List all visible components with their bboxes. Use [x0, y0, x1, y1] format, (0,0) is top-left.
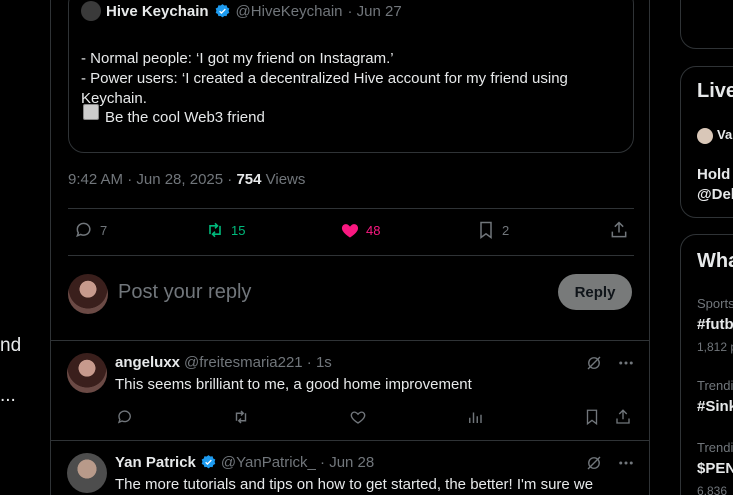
quoted-tweet-date: · Jun 27 — [347, 2, 402, 20]
trend-count: 6,836 — [697, 484, 728, 495]
bookmark-action[interactable]: 2 — [476, 220, 509, 240]
right-sidebar: Live Va Hold @Del Wha Sports #futb 1,812… — [680, 0, 733, 495]
views-label: Views — [261, 171, 306, 188]
main-column: Hive Keychain @HiveKeychain · Jun 27 - N… — [50, 0, 650, 495]
reply-header: angeluxx @freitesmaria221 · 1s — [115, 354, 332, 371]
reply-text: This seems brilliant to me, a good home … — [115, 376, 472, 393]
reply-count: 7 — [100, 222, 108, 238]
avatar[interactable] — [67, 453, 107, 493]
tweet-meta: 9:42 AM · Jun 28, 2025 · 754 Views — [68, 171, 305, 188]
trend-category: Sports — [697, 296, 733, 311]
reply-author-handle[interactable]: @YanPatrick_ · Jun 28 — [221, 454, 374, 471]
trend-category: Trendi — [697, 378, 733, 393]
quoted-tweet-header: Hive Keychain @HiveKeychain · Jun 27 — [81, 1, 402, 21]
verified-badge-icon — [201, 455, 216, 469]
bookmark-count: 2 — [502, 222, 510, 238]
quoted-author-handle: @HiveKeychain — [235, 2, 343, 20]
live-card[interactable]: Live Va Hold @Del — [680, 66, 733, 218]
trend-category: Trendi — [697, 440, 733, 455]
reply-input[interactable]: Post your reply — [118, 281, 251, 304]
share-icon — [611, 221, 627, 238]
bookmark-icon — [480, 221, 492, 239]
live-host-name: Va — [717, 127, 733, 142]
grok-icon[interactable] — [585, 454, 603, 472]
left-fragment-text: nd — [0, 335, 22, 356]
live-line-1: Hold — [697, 166, 731, 183]
analytics-icon[interactable] — [466, 408, 484, 426]
reply-header: Yan Patrick @YanPatrick_ · Jun 28 — [115, 454, 374, 471]
share-icon[interactable] — [614, 408, 632, 426]
whats-happening-card: Wha Sports #futb 1,812 p Trendi #Sink Tr… — [680, 234, 733, 495]
left-nav-column: nd ... — [0, 0, 50, 495]
quoted-tweet-text: - Normal people: ‘I got my friend on Ins… — [81, 49, 621, 109]
trend-name[interactable]: #Sink — [697, 398, 733, 415]
reply-button[interactable]: Reply — [558, 274, 632, 310]
live-title: Live — [697, 80, 733, 102]
more-icon[interactable] — [617, 354, 635, 372]
trend-name[interactable]: $PEN — [697, 460, 733, 477]
quoted-author-name: Hive Keychain — [106, 2, 209, 20]
reply-icon[interactable] — [116, 408, 134, 426]
heart-icon[interactable] — [349, 408, 367, 426]
bookmark-icon[interactable] — [583, 408, 601, 426]
sidebar-card — [680, 0, 733, 49]
current-user-avatar[interactable] — [68, 274, 108, 314]
quoted-tweet-image[interactable]: Be the cool Web3 friend — [83, 104, 265, 126]
avatar[interactable] — [67, 353, 107, 393]
trend-count: 1,812 p — [697, 340, 733, 354]
reply-top-icons — [585, 354, 635, 372]
quoted-tweet[interactable]: Hive Keychain @HiveKeychain · Jun 27 - N… — [68, 0, 634, 153]
quoted-tweet-line: - Normal people: ‘I got my friend on Ins… — [81, 50, 394, 67]
grok-icon[interactable] — [585, 354, 603, 372]
reply-text: The more tutorials and tips on how to ge… — [115, 476, 594, 493]
repost-count: 15 — [231, 222, 246, 238]
divider — [68, 255, 634, 256]
broken-image-icon — [83, 104, 99, 120]
live-host-avatar — [697, 128, 713, 144]
reply-tweet[interactable]: Yan Patrick @YanPatrick_ · Jun 28 The mo… — [51, 440, 649, 495]
reply-author-name[interactable]: angeluxx — [115, 354, 180, 371]
share-action[interactable] — [609, 220, 629, 240]
repost-action[interactable]: 15 — [205, 220, 245, 240]
reply-tweet[interactable]: angeluxx @freitesmaria221 · 1s This seem… — [51, 340, 649, 440]
trend-name[interactable]: #futb — [697, 316, 733, 333]
more-icon[interactable] — [617, 454, 635, 472]
repost-icon — [209, 222, 221, 238]
image-alt-text: Be the cool Web3 friend — [105, 109, 265, 126]
tweet-timestamp[interactable]: 9:42 AM · Jun 28, 2025 · — [68, 171, 236, 188]
like-action[interactable]: 48 — [340, 220, 380, 240]
views-count: 754 — [236, 171, 262, 188]
quoted-author-avatar — [81, 1, 101, 21]
reply-actions — [115, 408, 635, 428]
reply-top-icons — [585, 454, 635, 472]
whats-happening-title: Wha — [697, 250, 733, 272]
reply-author-handle[interactable]: @freitesmaria221 · 1s — [184, 354, 332, 371]
repost-icon[interactable] — [232, 408, 250, 426]
reply-action[interactable]: 7 — [74, 220, 107, 240]
heart-icon — [341, 224, 359, 238]
quoted-tweet-line: - Power users: ‘I created a decentralize… — [81, 70, 568, 107]
live-line-2: @Del — [697, 186, 733, 203]
left-fragment-ellipsis: ... — [0, 385, 16, 406]
reply-icon — [76, 222, 91, 238]
tweet-actions: 7 15 48 2 — [68, 209, 634, 255]
reply-composer: Post your reply Reply — [68, 270, 634, 318]
verified-badge-icon — [215, 3, 229, 17]
like-count: 48 — [366, 222, 381, 238]
reply-author-name[interactable]: Yan Patrick — [115, 454, 196, 471]
